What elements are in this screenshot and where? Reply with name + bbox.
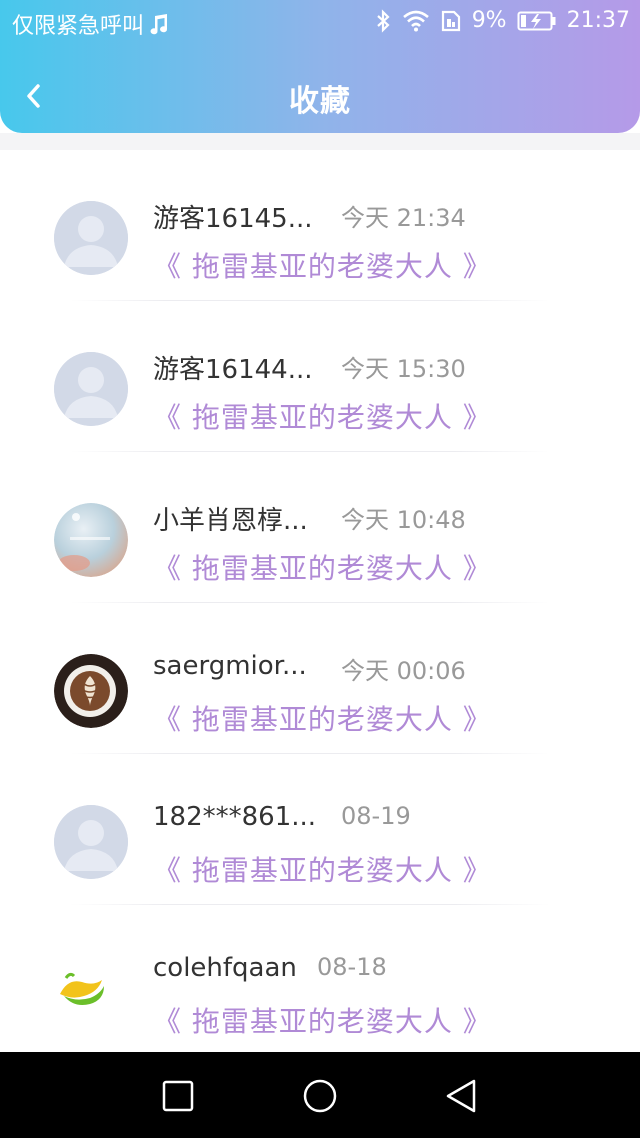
status-bar: 仅限紧急呼叫 9% 21:37 bbox=[0, 0, 640, 46]
battery-percent: 9% bbox=[471, 8, 507, 33]
favorite-time: 今天 21:34 bbox=[341, 204, 466, 232]
sim-icon bbox=[440, 9, 462, 33]
avatar[interactable] bbox=[54, 805, 128, 879]
book-title-link[interactable]: 《 拖雷基亚的老婆大人 》 bbox=[153, 849, 492, 889]
home-icon bbox=[303, 1079, 337, 1113]
page-title: 收藏 bbox=[289, 84, 351, 119]
bluetooth-icon bbox=[374, 8, 392, 33]
battery-icon bbox=[517, 10, 557, 32]
avatar[interactable] bbox=[54, 352, 128, 426]
user-name[interactable]: 游客16144... bbox=[153, 349, 313, 386]
book-title-link[interactable]: 《 拖雷基亚的老婆大人 》 bbox=[153, 1000, 492, 1040]
avatar[interactable] bbox=[54, 503, 128, 577]
system-navigation-bar bbox=[0, 1052, 640, 1138]
favorite-time: 08-19 bbox=[341, 802, 411, 830]
home-button[interactable] bbox=[300, 1076, 340, 1116]
status-right: 9% 21:37 bbox=[374, 8, 630, 33]
favorite-time: 今天 00:06 bbox=[341, 657, 466, 685]
book-title-link[interactable]: 《 拖雷基亚的老婆大人 》 bbox=[153, 698, 492, 738]
header-bar: 仅限紧急呼叫 9% 21:37 收藏 bbox=[0, 0, 640, 133]
status-left: 仅限紧急呼叫 bbox=[12, 8, 170, 40]
music-note-icon bbox=[148, 12, 170, 36]
wifi-icon bbox=[402, 10, 430, 32]
list-item[interactable]: 游客16145... 今天 21:34 《 拖雷基亚的老婆大人 》 bbox=[0, 150, 640, 301]
favorite-time: 今天 15:30 bbox=[341, 355, 466, 383]
user-name[interactable]: saergmior... bbox=[153, 651, 307, 681]
status-clock: 21:37 bbox=[566, 8, 630, 33]
avatar[interactable] bbox=[54, 956, 128, 1030]
list-item[interactable]: 小羊肖恩椁... 今天 10:48 《 拖雷基亚的老婆大人 》 bbox=[0, 452, 640, 603]
avatar[interactable] bbox=[54, 201, 128, 275]
list-item[interactable]: 182***861... 08-19 《 拖雷基亚的老婆大人 》 bbox=[0, 754, 640, 905]
recent-apps-icon bbox=[162, 1080, 194, 1112]
user-name[interactable]: colehfqaan bbox=[153, 953, 297, 983]
book-title-link[interactable]: 《 拖雷基亚的老婆大人 》 bbox=[153, 245, 492, 285]
photo-avatar-icon bbox=[54, 503, 128, 577]
coffee-avatar-icon bbox=[54, 654, 128, 728]
user-name[interactable]: 游客16145... bbox=[153, 198, 313, 235]
favorites-list[interactable]: 游客16145... 今天 21:34 《 拖雷基亚的老婆大人 》 游客1614… bbox=[0, 150, 640, 1052]
favorite-time: 08-18 bbox=[317, 953, 387, 981]
back-icon bbox=[446, 1079, 476, 1113]
list-item[interactable]: saergmior... 今天 00:06 《 拖雷基亚的老婆大人 》 bbox=[0, 603, 640, 754]
favorite-time: 今天 10:48 bbox=[341, 506, 466, 534]
carrier-text: 仅限紧急呼叫 bbox=[12, 14, 145, 39]
system-back-button[interactable] bbox=[442, 1076, 482, 1116]
list-item[interactable]: colehfqaan 08-18 《 拖雷基亚的老婆大人 》 bbox=[0, 905, 640, 1052]
user-name[interactable]: 小羊肖恩椁... bbox=[153, 500, 308, 537]
book-title-link[interactable]: 《 拖雷基亚的老婆大人 》 bbox=[153, 547, 492, 587]
list-item[interactable]: 游客16144... 今天 15:30 《 拖雷基亚的老婆大人 》 bbox=[0, 301, 640, 452]
logo-avatar-icon bbox=[54, 956, 128, 1030]
default-avatar-icon bbox=[54, 201, 128, 275]
default-avatar-icon bbox=[54, 805, 128, 879]
recent-apps-button[interactable] bbox=[158, 1076, 198, 1116]
avatar[interactable] bbox=[54, 654, 128, 728]
book-title-link[interactable]: 《 拖雷基亚的老婆大人 》 bbox=[153, 396, 492, 436]
default-avatar-icon bbox=[54, 352, 128, 426]
user-name[interactable]: 182***861... bbox=[153, 802, 316, 832]
